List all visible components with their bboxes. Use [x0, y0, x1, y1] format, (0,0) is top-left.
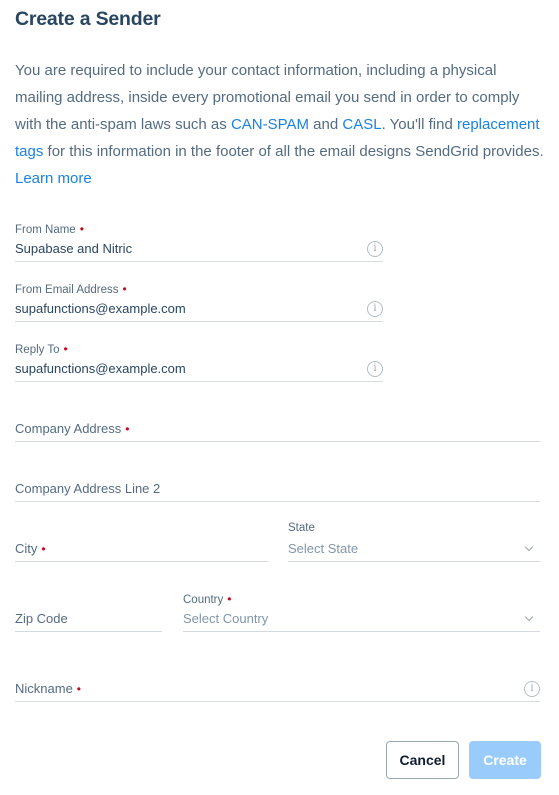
nickname-field[interactable]: Nickname • i: [15, 660, 540, 702]
from-name-field[interactable]: From Name • Supabase and Nitric i: [15, 220, 383, 262]
page-title: Create a Sender: [15, 8, 161, 30]
country-label-text: Country: [183, 594, 224, 606]
city-input[interactable]: City •: [15, 541, 46, 556]
state-select[interactable]: State Select State: [288, 520, 540, 562]
intro-text: for this information in the footer of al…: [43, 143, 544, 160]
required-marker: •: [125, 422, 130, 436]
intro-paragraph: You are required to include your contact…: [15, 57, 545, 192]
from-email-field[interactable]: From Email Address • supafunctions@exampl…: [15, 280, 383, 322]
required-marker: •: [122, 282, 127, 296]
from-name-input[interactable]: Supabase and Nitric: [15, 241, 132, 256]
required-marker: •: [41, 542, 46, 556]
required-marker: •: [227, 592, 232, 606]
city-placeholder: City: [15, 541, 38, 556]
chevron-down-icon[interactable]: [524, 542, 534, 552]
state-label: State: [288, 522, 315, 534]
nickname-placeholder: Nickname: [15, 681, 73, 696]
info-icon[interactable]: i: [367, 301, 383, 317]
company-address-input[interactable]: Company Address •: [15, 421, 129, 436]
company-address-2-input[interactable]: Company Address Line 2: [15, 481, 160, 496]
intro-text: . You'll find: [381, 116, 457, 133]
company-address-placeholder: Company Address: [15, 421, 122, 436]
info-icon[interactable]: i: [367, 361, 383, 377]
from-name-label: From Name •: [15, 222, 84, 236]
learn-more-link[interactable]: Learn more: [15, 170, 92, 187]
from-email-label-text: From Email Address: [15, 284, 119, 296]
from-email-label: From Email Address •: [15, 282, 127, 296]
info-icon[interactable]: i: [524, 681, 540, 697]
company-address-field[interactable]: Company Address •: [15, 400, 540, 442]
required-marker: •: [76, 682, 81, 696]
city-field[interactable]: City •: [15, 520, 268, 562]
reply-to-label-text: Reply To: [15, 344, 60, 356]
cancel-button[interactable]: Cancel: [386, 741, 459, 779]
from-name-label-text: From Name: [15, 224, 76, 236]
zip-code-field[interactable]: Zip Code: [15, 590, 162, 632]
zip-code-input[interactable]: Zip Code: [15, 611, 68, 626]
chevron-down-icon[interactable]: [524, 612, 534, 622]
info-icon[interactable]: i: [367, 241, 383, 257]
create-button[interactable]: Create: [469, 741, 541, 779]
casl-link[interactable]: CASL: [342, 116, 381, 133]
from-email-input[interactable]: supafunctions@example.com: [15, 301, 186, 316]
reply-to-field[interactable]: Reply To • supafunctions@example.com i: [15, 340, 383, 382]
can-spam-link[interactable]: CAN-SPAM: [231, 116, 309, 133]
reply-to-input[interactable]: supafunctions@example.com: [15, 361, 186, 376]
reply-to-label: Reply To •: [15, 342, 68, 356]
company-address-2-field[interactable]: Company Address Line 2: [15, 460, 540, 502]
required-marker: •: [63, 342, 68, 356]
country-select[interactable]: Country • Select Country: [183, 590, 540, 632]
country-label: Country •: [183, 592, 231, 606]
intro-text: and: [309, 116, 343, 133]
required-marker: •: [79, 222, 84, 236]
state-selected-value[interactable]: Select State: [288, 541, 358, 556]
nickname-input[interactable]: Nickname •: [15, 681, 81, 696]
country-selected-value[interactable]: Select Country: [183, 611, 268, 626]
